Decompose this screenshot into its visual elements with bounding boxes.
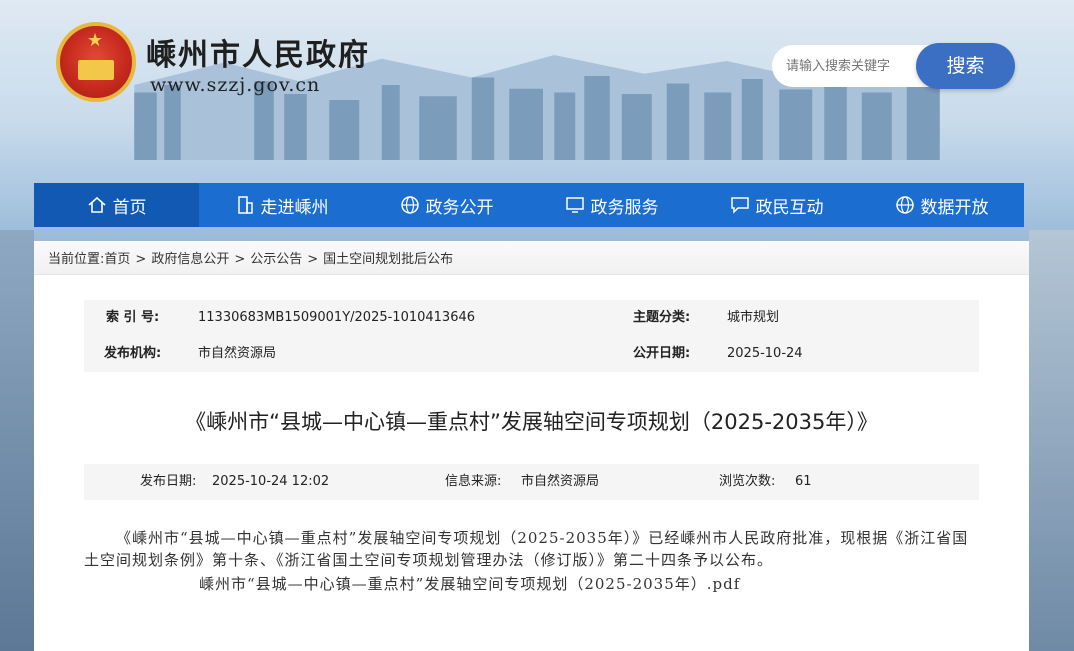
left-buildings bbox=[0, 230, 34, 651]
nav-item-home[interactable]: 首页 bbox=[34, 183, 199, 227]
nav-label: 数据开放 bbox=[920, 197, 989, 218]
breadcrumb-prefix: 当前位置: bbox=[48, 252, 105, 267]
breadcrumb-item-home[interactable]: 首页 bbox=[104, 252, 130, 267]
chat-icon bbox=[730, 197, 749, 214]
breadcrumb-item-current[interactable]: 国土空间规划批后公布 bbox=[323, 252, 453, 267]
metadata-table: 索 引 号: 11330683MB1509001Y/2025-101041364… bbox=[84, 300, 979, 372]
nav-item-open-data[interactable]: 数据开放 bbox=[859, 183, 1024, 227]
nav-label: 走进嵊州 bbox=[260, 197, 329, 218]
breadcrumb-separator: > bbox=[234, 252, 246, 267]
nav-label: 政民互动 bbox=[755, 197, 824, 218]
tiananmen-icon bbox=[78, 60, 114, 80]
index-value: 11330683MB1509001Y/2025-1010413646 bbox=[198, 310, 476, 325]
right-buildings bbox=[1029, 230, 1074, 651]
topic-label: 主题分类: bbox=[633, 310, 691, 325]
source-label: 信息来源: bbox=[445, 474, 502, 489]
metadata-row: 索 引 号: 11330683MB1509001Y/2025-101041364… bbox=[84, 300, 979, 336]
org-value: 市自然资源局 bbox=[198, 346, 277, 361]
nav-label: 政务公开 bbox=[425, 197, 494, 218]
topic-value: 城市规划 bbox=[727, 310, 780, 325]
content-panel: 当前位置:首页 > 政府信息公开 > 公示公告 > 国土空间规划批后公布 索 引 号: 11… bbox=[34, 241, 1029, 651]
star-icon: ★ bbox=[87, 30, 104, 51]
views-value: 61 bbox=[795, 474, 812, 489]
nav-label: 首页 bbox=[112, 197, 147, 218]
nav-item-gov-open[interactable]: 政务公开 bbox=[364, 183, 529, 227]
breadcrumb-item-notice[interactable]: 公示公告 bbox=[250, 252, 302, 267]
site-url: www.szzj.gov.cn bbox=[150, 74, 321, 96]
views-label: 浏览次数: bbox=[719, 474, 776, 489]
site-title[interactable]: 嵊州市人民政府 bbox=[146, 30, 370, 74]
search-button[interactable]: 搜索 bbox=[916, 43, 1015, 89]
org-label: 发布机构: bbox=[104, 346, 162, 361]
document-body: 《嵊州市“县城—中心镇—重点村”发展轴空间专项规划（2025-2035年）》已经… bbox=[84, 527, 979, 595]
document-info-bar: 发布日期: 2025-10-24 12:02 信息来源: 市自然资源局 浏览次数… bbox=[84, 464, 979, 500]
home-icon bbox=[87, 196, 106, 213]
breadcrumb-separator: > bbox=[307, 252, 319, 267]
body-paragraph: 《嵊州市“县城—中心镇—重点村”发展轴空间专项规划（2025-2035年）》已经… bbox=[84, 529, 969, 569]
metadata-row: 发布机构: 市自然资源局 公开日期: 2025-10-24 bbox=[84, 336, 979, 372]
nav-item-interaction[interactable]: 政民互动 bbox=[694, 183, 859, 227]
attachment-link[interactable]: 嵊州市“县城—中心镇—重点村”发展轴空间专项规划（2025-2035年）.pdf bbox=[84, 573, 979, 595]
source-value: 市自然资源局 bbox=[521, 474, 600, 489]
nav-label: 政务服务 bbox=[590, 197, 659, 218]
open-date-label: 公开日期: bbox=[633, 346, 691, 361]
monitor-icon bbox=[565, 197, 584, 213]
breadcrumb: 当前位置:首页 > 政府信息公开 > 公示公告 > 国土空间规划批后公布 bbox=[34, 241, 1029, 275]
main-nav: 首页 走进嵊州 政务公开 政务服务 政民互动 数据开放 bbox=[34, 183, 1024, 227]
publish-date-label: 发布日期: bbox=[140, 474, 197, 489]
breadcrumb-item-info[interactable]: 政府信息公开 bbox=[151, 252, 229, 267]
national-emblem-logo[interactable]: ★ bbox=[56, 22, 136, 102]
globe-icon bbox=[400, 196, 419, 214]
index-label: 索 引 号: bbox=[106, 310, 160, 325]
publish-date-value: 2025-10-24 12:02 bbox=[212, 474, 330, 489]
open-date-value: 2025-10-24 bbox=[727, 346, 803, 361]
nav-item-about[interactable]: 走进嵊州 bbox=[199, 183, 364, 227]
document-title: 《嵊州市“县城—中心镇—重点村”发展轴空间专项规划（2025-2035年）》 bbox=[185, 410, 878, 434]
globe-icon bbox=[895, 196, 914, 214]
nav-item-gov-service[interactable]: 政务服务 bbox=[529, 183, 694, 227]
breadcrumb-separator: > bbox=[135, 252, 147, 267]
building-icon bbox=[237, 196, 253, 214]
